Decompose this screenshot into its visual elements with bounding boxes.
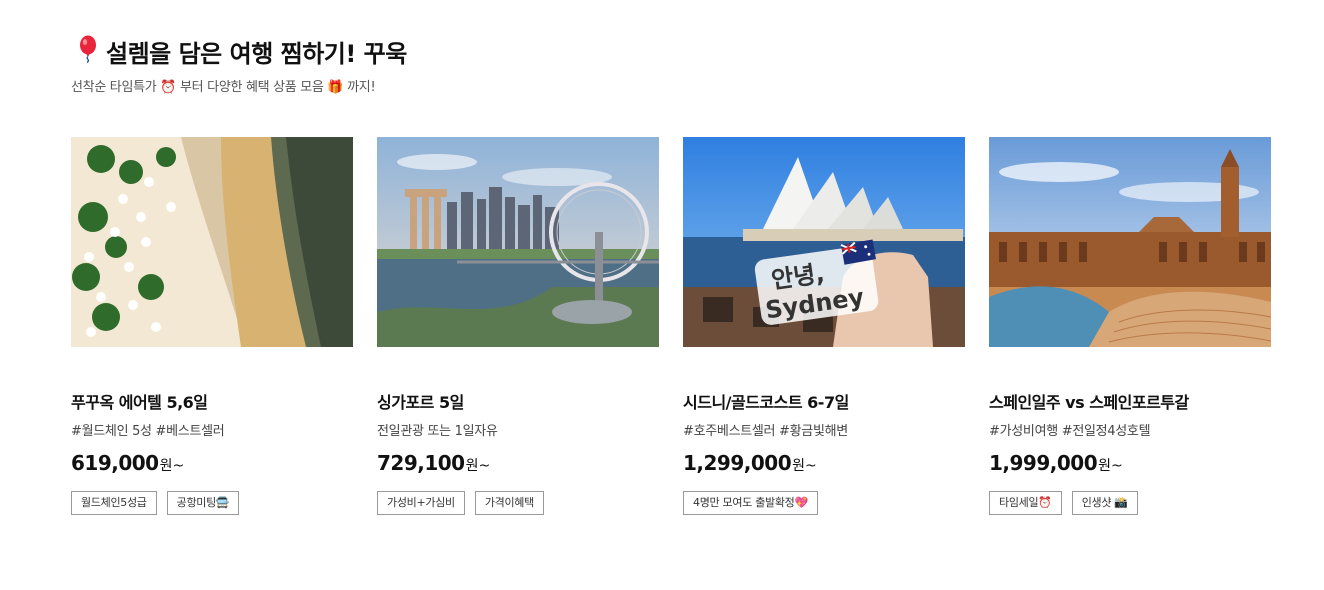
badge-list: 타임세일⏰ 인생샷 📸	[989, 491, 1271, 515]
product-card[interactable]: 안녕, Sydney 시드니/골드코스트 6-7일 #호주베스트셀러 #황금빛해…	[683, 137, 965, 515]
product-badge: 가성비+가심비	[377, 491, 465, 515]
product-price: 729,100 원~	[377, 451, 659, 479]
price-amount: 619,000	[71, 451, 159, 475]
product-price: 1,999,000 원~	[989, 451, 1271, 479]
price-unit: 원~	[792, 458, 817, 474]
price-amount: 729,100	[377, 451, 465, 475]
product-badge: 공항미팅🚍	[166, 491, 240, 515]
product-card[interactable]: 스페인일주 vs 스페인포르투갈 #가성비여행 #전일정4성호텔 1,999,0…	[989, 137, 1271, 515]
promo-section: 설렘을 담은 여행 찜하기! 꾸욱 선착순 타임특가 ⏰ 부터 다양한 혜택 상…	[0, 0, 1324, 590]
price-unit: 원~	[1098, 458, 1123, 474]
singapore-skyline-photo[interactable]	[377, 137, 659, 347]
badge-list: 월드체인5성급 공항미팅🚍	[71, 491, 353, 515]
product-badge: 4명만 모여도 출발확정💖	[683, 491, 818, 515]
section-title-text: 설렘을 담은 여행 찜하기! 꾸욱	[106, 40, 407, 68]
product-badge: 가격이혜택	[474, 491, 544, 515]
product-tags: 전일관광 또는 1일자유	[377, 424, 498, 439]
product-card[interactable]: 푸꾸옥 에어텔 5,6일 #월드체인 5성 #베스트셀러 619,000 원~ …	[71, 137, 353, 515]
price-amount: 1,999,000	[989, 451, 1098, 475]
product-price: 1,299,000 원~	[683, 451, 965, 479]
beach-resort-aerial-photo[interactable]	[71, 137, 353, 347]
product-card[interactable]: 싱가포르 5일 전일관광 또는 1일자유 729,100 원~ 가성비+가심비 …	[377, 137, 659, 515]
price-unit: 원~	[465, 458, 491, 474]
section-title: 설렘을 담은 여행 찜하기! 꾸욱	[76, 34, 407, 69]
badge-list: 가성비+가심비 가격이혜택	[377, 491, 659, 515]
balloon-icon	[76, 35, 100, 69]
product-badge: 타임세일⏰	[989, 491, 1062, 515]
plaza-de-espana-photo[interactable]	[989, 137, 1271, 347]
product-price: 619,000 원~	[71, 451, 353, 479]
product-name[interactable]: 스페인일주 vs 스페인포르투갈	[989, 389, 1271, 412]
product-tags: #가성비여행 #전일정4성호텔	[989, 424, 1151, 439]
product-badge: 인생샷 📸	[1071, 491, 1138, 515]
price-unit: 원~	[159, 458, 185, 474]
product-name[interactable]: 싱가포르 5일	[377, 389, 659, 412]
product-tags: #호주베스트셀러 #황금빛해변	[683, 424, 848, 439]
section-subtitle: 선착순 타임특가 ⏰ 부터 다양한 혜택 상품 모음 🎁 까지!	[71, 80, 376, 95]
badge-list: 4명만 모여도 출발확정💖	[683, 491, 965, 515]
product-badge: 월드체인5성급	[71, 491, 157, 515]
product-name[interactable]: 시드니/골드코스트 6-7일	[683, 389, 965, 412]
sydney-opera-house-photo[interactable]: 안녕, Sydney	[683, 137, 965, 347]
product-list: 푸꾸옥 에어텔 5,6일 #월드체인 5성 #베스트셀러 619,000 원~ …	[71, 137, 1271, 515]
product-name[interactable]: 푸꾸옥 에어텔 5,6일	[71, 389, 353, 412]
price-amount: 1,299,000	[683, 451, 792, 475]
product-tags: #월드체인 5성 #베스트셀러	[71, 424, 225, 439]
